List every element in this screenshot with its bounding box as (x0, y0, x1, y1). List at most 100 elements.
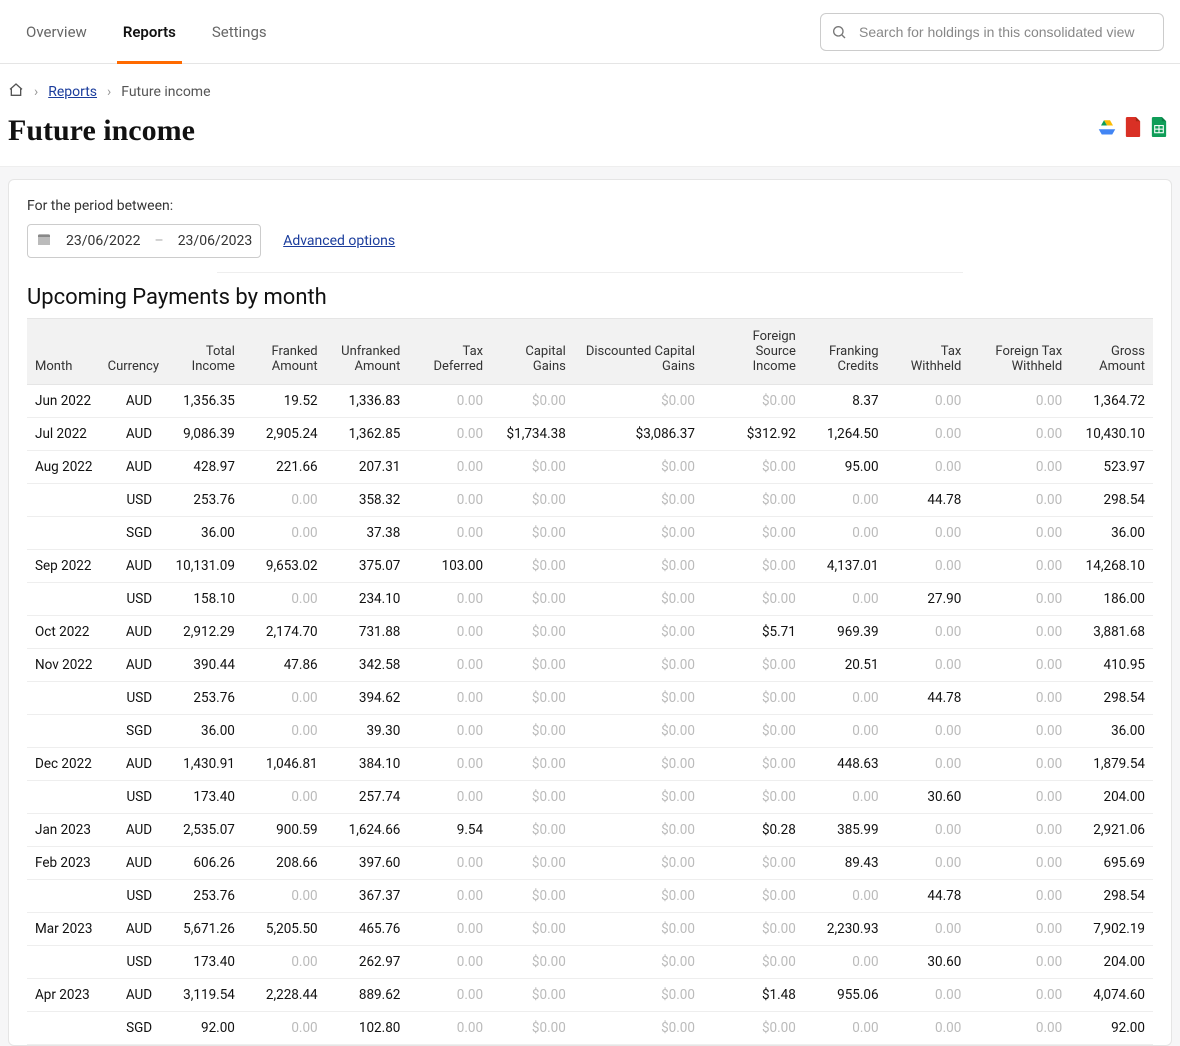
cell-total-income: 2,535.07 (160, 814, 243, 847)
cell-tax-withheld: 0.00 (887, 1012, 970, 1045)
cell-franked: 900.59 (243, 814, 326, 847)
table-row: Jan 2023AUD2,535.07900.591,624.669.54$0.… (27, 814, 1153, 847)
col-month[interactable]: Month (27, 319, 100, 385)
cell-total-income: 92.00 (160, 1012, 243, 1045)
pdf-icon[interactable] (1124, 117, 1142, 141)
cell-unfranked: 384.10 (326, 748, 409, 781)
cell-credits: 4,137.01 (804, 550, 887, 583)
cell-tax-withheld: 0.00 (887, 715, 970, 748)
cell-disc-cg: $0.00 (574, 715, 703, 748)
cell-gross: 186.00 (1070, 583, 1153, 616)
cell-tax-withheld: 44.78 (887, 682, 970, 715)
cell-total-income: 428.97 (160, 451, 243, 484)
cell-foreign: $0.00 (703, 847, 804, 880)
search-box[interactable] (820, 13, 1164, 51)
cell-tax-deferred: 0.00 (408, 583, 491, 616)
cell-unfranked: 1,624.66 (326, 814, 409, 847)
cell-tax-withheld: 0.00 (887, 979, 970, 1012)
cell-tax-deferred: 0.00 (408, 913, 491, 946)
cell-franked: 2,174.70 (243, 616, 326, 649)
cell-franked: 1,046.81 (243, 748, 326, 781)
page-title: Future income (8, 114, 195, 148)
cell-gross: 204.00 (1070, 781, 1153, 814)
cell-franked: 0.00 (243, 715, 326, 748)
spreadsheet-icon[interactable] (1150, 117, 1168, 141)
home-icon[interactable] (8, 82, 24, 102)
cell-gross: 36.00 (1070, 517, 1153, 550)
cell-credits: 969.39 (804, 616, 887, 649)
cell-ftw: 0.00 (969, 748, 1070, 781)
col-total-income[interactable]: Total Income (160, 319, 243, 385)
cell-total-income: 36.00 (160, 517, 243, 550)
cell-credits: 0.00 (804, 484, 887, 517)
cell-currency: AUD (100, 616, 161, 649)
advanced-options-link[interactable]: Advanced options (283, 233, 395, 249)
cell-franked: 0.00 (243, 880, 326, 913)
date-range-picker[interactable]: 23/06/2022 – 23/06/2023 (27, 224, 261, 258)
cell-capital-gains: $0.00 (491, 913, 574, 946)
col-ftw[interactable]: Foreign Tax Withheld (969, 319, 1070, 385)
col-tax-deferred[interactable]: Tax Deferred (408, 319, 491, 385)
cell-ftw: 0.00 (969, 1012, 1070, 1045)
breadcrumb-link-reports[interactable]: Reports (48, 84, 97, 100)
cell-tax-deferred: 103.00 (408, 550, 491, 583)
col-currency[interactable]: Currency (100, 319, 161, 385)
cell-tax-withheld: 0.00 (887, 748, 970, 781)
cell-disc-cg: $0.00 (574, 649, 703, 682)
cell-franked: 2,228.44 (243, 979, 326, 1012)
tab-settings[interactable]: Settings (194, 0, 285, 64)
chevron-right-icon: › (34, 84, 38, 100)
breadcrumb: › Reports › Future income (0, 64, 1180, 102)
col-capital-gains[interactable]: Capital Gains (491, 319, 574, 385)
cell-foreign: $0.00 (703, 484, 804, 517)
cell-franked: 5,205.50 (243, 913, 326, 946)
cell-gross: 298.54 (1070, 682, 1153, 715)
cell-tax-withheld: 0.00 (887, 649, 970, 682)
cell-currency: SGD (100, 517, 161, 550)
table-row: USD158.100.00234.100.00$0.00$0.00$0.000.… (27, 583, 1153, 616)
col-gross[interactable]: Gross Amount (1070, 319, 1153, 385)
cell-gross: 1,879.54 (1070, 748, 1153, 781)
breadcrumb-current: Future income (121, 84, 210, 100)
col-franked[interactable]: Franked Amount (243, 319, 326, 385)
col-tax-withheld[interactable]: Tax Withheld (887, 319, 970, 385)
cell-capital-gains: $0.00 (491, 946, 574, 979)
cell-capital-gains: $0.00 (491, 814, 574, 847)
cell-unfranked: 375.07 (326, 550, 409, 583)
cell-currency: USD (100, 946, 161, 979)
cell-month: Jul 2022 (27, 418, 100, 451)
cell-foreign: $0.00 (703, 583, 804, 616)
cell-foreign: $0.00 (703, 946, 804, 979)
search-input[interactable] (857, 23, 1153, 41)
cell-credits: 8.37 (804, 385, 887, 418)
col-foreign-income[interactable]: Foreign Source Income (703, 319, 804, 385)
cell-gross: 204.00 (1070, 946, 1153, 979)
cell-franked: 0.00 (243, 1012, 326, 1045)
cell-unfranked: 1,336.83 (326, 385, 409, 418)
cell-credits: 955.06 (804, 979, 887, 1012)
cell-capital-gains: $0.00 (491, 715, 574, 748)
cell-unfranked: 39.30 (326, 715, 409, 748)
cell-gross: 695.69 (1070, 847, 1153, 880)
cell-credits: 448.63 (804, 748, 887, 781)
cell-credits: 0.00 (804, 1012, 887, 1045)
tab-overview[interactable]: Overview (8, 0, 105, 64)
cell-foreign: $312.92 (703, 418, 804, 451)
cell-disc-cg: $0.00 (574, 946, 703, 979)
google-drive-icon[interactable] (1098, 118, 1116, 140)
tab-reports[interactable]: Reports (105, 0, 194, 64)
col-disc-cg[interactable]: Discounted Capital Gains (574, 319, 703, 385)
cell-currency: USD (100, 880, 161, 913)
cell-total-income: 3,119.54 (160, 979, 243, 1012)
cell-tax-withheld: 30.60 (887, 781, 970, 814)
cell-capital-gains: $0.00 (491, 880, 574, 913)
table-row: USD253.760.00367.370.00$0.00$0.00$0.000.… (27, 880, 1153, 913)
cell-total-income: 606.26 (160, 847, 243, 880)
cell-ftw: 0.00 (969, 385, 1070, 418)
cell-month: Mar 2023 (27, 913, 100, 946)
cell-disc-cg: $0.00 (574, 682, 703, 715)
cell-currency: USD (100, 682, 161, 715)
col-unfranked[interactable]: Unfranked Amount (326, 319, 409, 385)
table-header-row: Month Currency Total Income Franked Amou… (27, 319, 1153, 385)
col-franking-credits[interactable]: Franking Credits (804, 319, 887, 385)
